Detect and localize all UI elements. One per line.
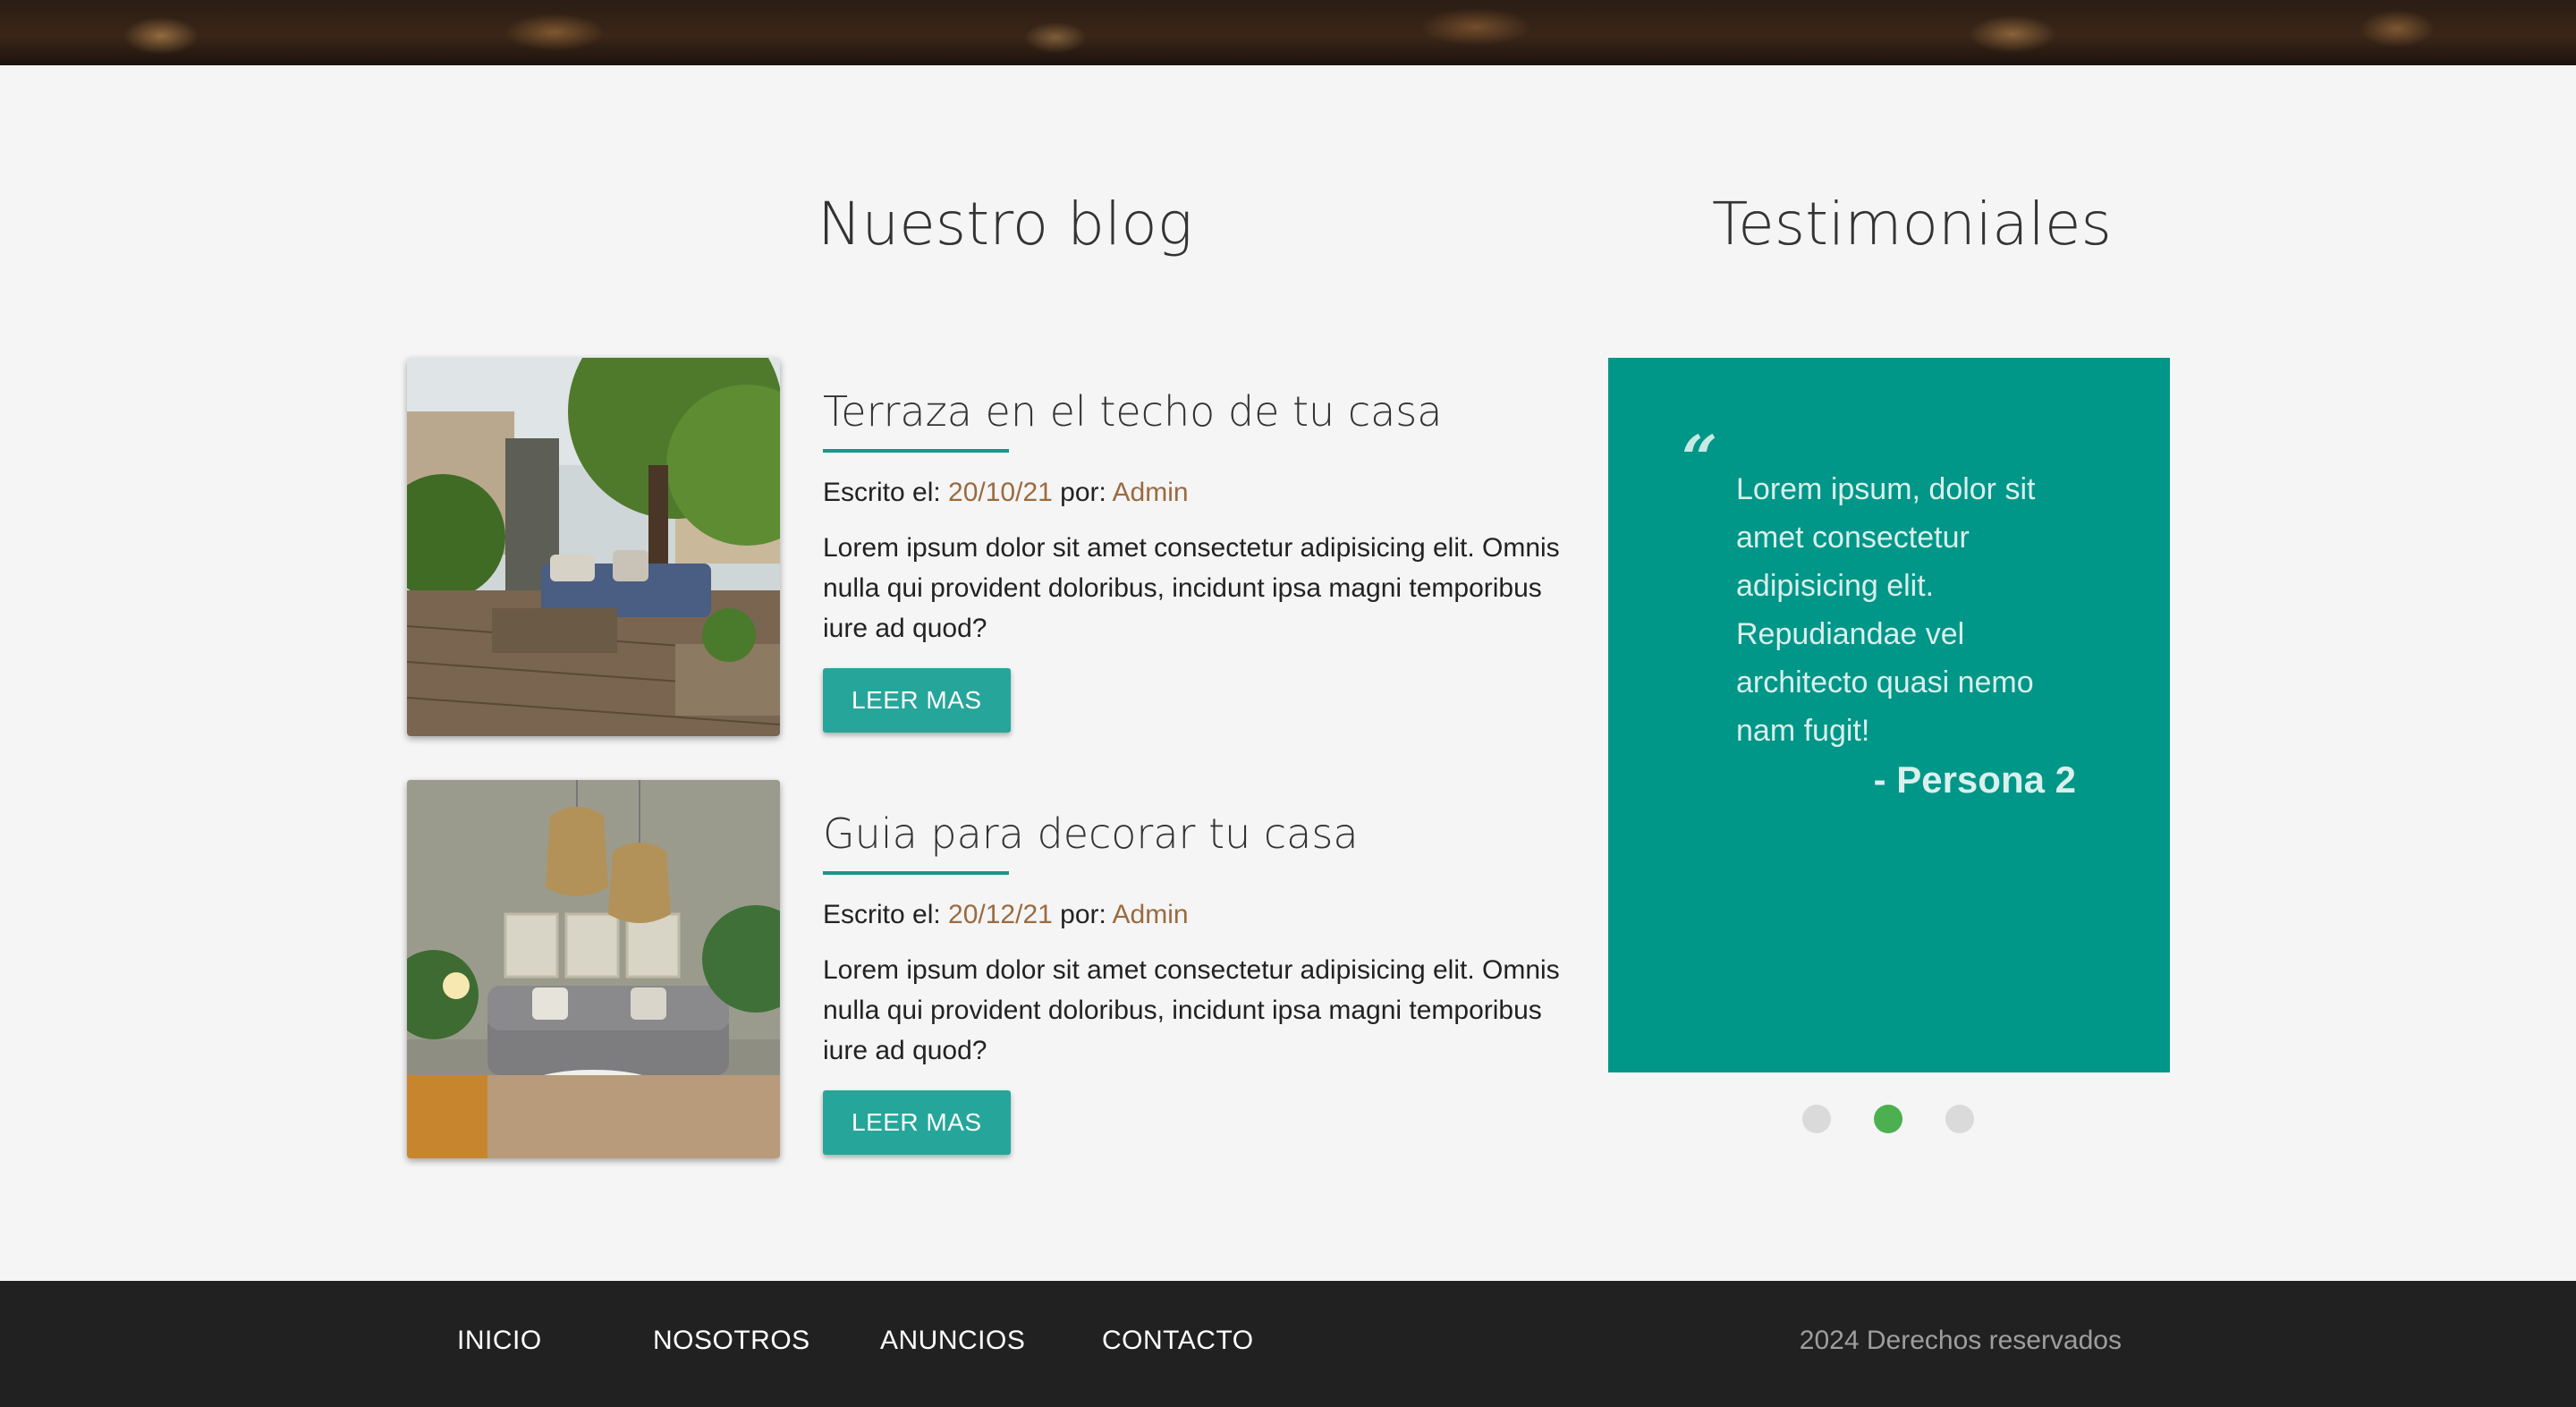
testimonial-author: - Persona 2: [1873, 759, 2076, 801]
post-excerpt: Lorem ipsum dolor sit amet consectetur a…: [823, 955, 1560, 1065]
post-body: Terraza en el techo de tu casa Escrito e…: [823, 385, 1565, 733]
blog-post: Terraza en el techo de tu casa Escrito e…: [407, 358, 1560, 738]
post-title[interactable]: Guia para decorar tu casa: [823, 807, 1565, 860]
footer-nav-nosotros[interactable]: NOSOTROS: [653, 1326, 810, 1356]
testimonial-card[interactable]: “ Lorem ipsum, dolor sit amet consectetu…: [1608, 358, 2170, 1072]
read-more-button[interactable]: LEER MAS: [823, 1090, 1011, 1155]
post-author: Admin: [1112, 900, 1189, 929]
testimonial-quote: Lorem ipsum, dolor sit amet consectetur …: [1736, 472, 2036, 748]
carousel-dot-2-active[interactable]: [1874, 1105, 1902, 1133]
blog-title: Nuestro blog: [818, 190, 1193, 259]
terrace-image[interactable]: [407, 358, 780, 736]
carousel-indicators: [1802, 1105, 1981, 1135]
post-body: Guia para decorar tu casa Escrito el: 20…: [823, 807, 1565, 1155]
carousel-dot-1[interactable]: [1802, 1105, 1831, 1133]
post-meta: Escrito el: 20/10/21 por: Admin: [823, 478, 1189, 507]
footer-nav-contacto[interactable]: CONTACTO: [1102, 1326, 1254, 1356]
blog-post: Guia para decorar tu casa Escrito el: 20…: [407, 780, 1560, 1160]
post-date: 20/12/21: [948, 900, 1053, 929]
testimonials-title: Testimoniales: [1712, 190, 2112, 259]
quote-icon: “: [1682, 421, 1718, 496]
copyright-text: 2024 Derechos reservados: [1799, 1326, 2122, 1355]
hero-image-strip: [0, 0, 2576, 65]
post-author: Admin: [1112, 478, 1189, 507]
title-underline: [823, 871, 1009, 875]
post-title[interactable]: Terraza en el techo de tu casa: [823, 385, 1565, 438]
footer: INICIO NOSOTROS ANUNCIOS CONTACTO 2024 D…: [0, 1281, 2576, 1407]
footer-nav-inicio[interactable]: INICIO: [457, 1326, 542, 1356]
post-meta: Escrito el: 20/12/21 por: Admin: [823, 900, 1189, 929]
footer-nav-anuncios[interactable]: ANUNCIOS: [880, 1326, 1025, 1356]
living-room-image[interactable]: [407, 780, 780, 1158]
carousel-dot-3[interactable]: [1945, 1105, 1974, 1133]
title-underline: [823, 449, 1009, 453]
post-excerpt: Lorem ipsum dolor sit amet consectetur a…: [823, 533, 1560, 643]
post-date: 20/10/21: [948, 478, 1053, 507]
read-more-button[interactable]: LEER MAS: [823, 668, 1011, 733]
